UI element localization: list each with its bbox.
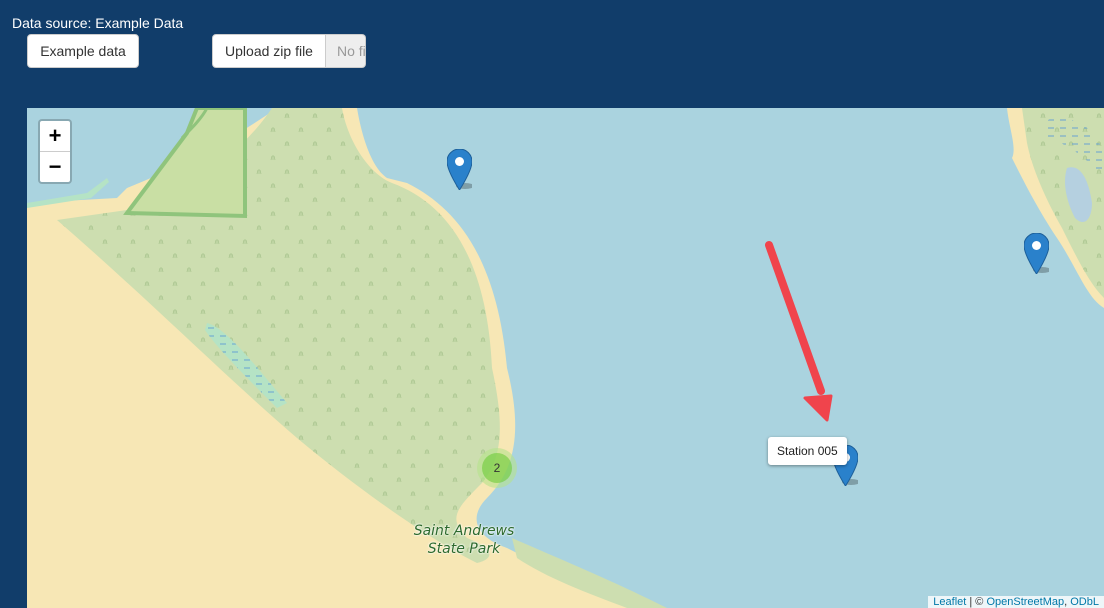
map-marker-icon[interactable] bbox=[447, 149, 472, 190]
attribution-separator: | © bbox=[966, 596, 987, 608]
park-boundary bbox=[123, 108, 247, 219]
annotation-arrow-head bbox=[803, 394, 833, 422]
annotation-arrow-shaft bbox=[765, 241, 825, 395]
station-tooltip: Station 005 bbox=[768, 437, 847, 465]
park-label-line1: Saint Andrews bbox=[413, 523, 515, 539]
marker-cluster[interactable]: 2 bbox=[477, 448, 517, 488]
map-attribution: Leaflet | © OpenStreetMap, ODbL bbox=[928, 596, 1104, 608]
file-name-field: No file selected bbox=[326, 34, 366, 68]
odbl-link[interactable]: ODbL bbox=[1070, 596, 1099, 608]
zoom-in-button[interactable]: + bbox=[40, 121, 70, 152]
osm-link[interactable]: OpenStreetMap bbox=[986, 596, 1064, 608]
upload-zip-button[interactable]: Upload zip file bbox=[212, 34, 326, 68]
example-data-button[interactable]: Example data bbox=[27, 34, 139, 68]
map-basemap bbox=[27, 108, 1104, 608]
map-view[interactable]: + − 2 Station 005 Saint Andrews State Pa… bbox=[27, 108, 1104, 608]
zoom-out-button[interactable]: − bbox=[40, 152, 70, 182]
upload-file-group: Upload zip file No file selected bbox=[212, 34, 366, 68]
cluster-count: 2 bbox=[482, 453, 512, 483]
header-bar: Data source: Example Data Example data U… bbox=[0, 0, 1104, 108]
data-source-label: Data source: Example Data bbox=[12, 15, 184, 31]
map-marker-icon[interactable] bbox=[1024, 233, 1049, 274]
park-label-line2: State Park bbox=[427, 541, 501, 557]
leaflet-link[interactable]: Leaflet bbox=[933, 596, 966, 608]
zoom-control: + − bbox=[38, 119, 72, 184]
park-label: Saint Andrews State Park bbox=[407, 522, 521, 558]
